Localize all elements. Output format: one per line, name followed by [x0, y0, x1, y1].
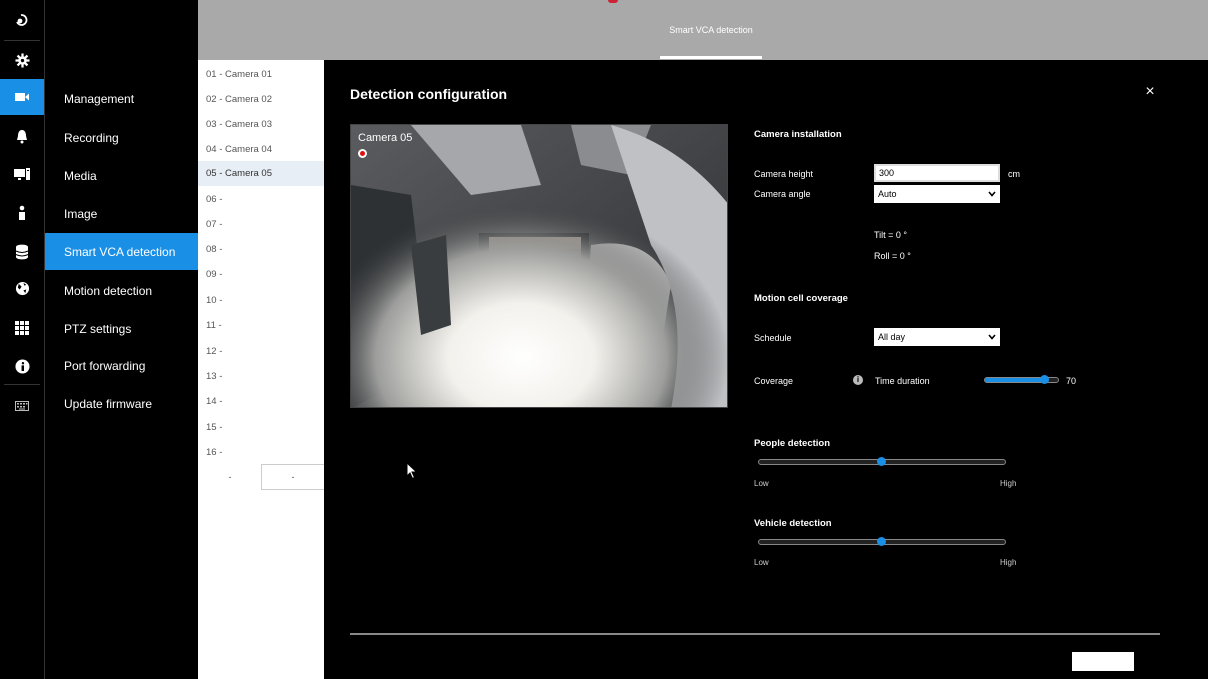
keyboard-icon[interactable]	[0, 388, 44, 424]
camera-list-item[interactable]: 10 -	[198, 288, 324, 313]
camera-list-item[interactable]: 01 - Camera 01	[198, 62, 324, 87]
time-duration-slider[interactable]	[984, 375, 1059, 384]
vehicle-high-label: High	[1000, 558, 1017, 567]
camera-list-item[interactable]: 06 -	[198, 187, 324, 212]
tilt-readout: Tilt = 0 °	[874, 230, 908, 240]
monitor-icon[interactable]	[0, 156, 44, 192]
vehicle-detection-header: Vehicle detection	[754, 518, 832, 529]
gear-icon[interactable]	[0, 42, 44, 78]
chevron-down-icon	[988, 334, 996, 340]
tab-smart-vca-detection[interactable]: Smart VCA detection	[660, 0, 762, 60]
camera-list-item[interactable]: 09 -	[198, 262, 324, 287]
top-red-indicator	[608, 0, 618, 3]
schedule-value: All day	[878, 332, 906, 342]
menu-item-motion-detection[interactable]: Motion detection	[45, 272, 198, 309]
menu-item-port-forwarding[interactable]: Port forwarding	[45, 347, 198, 384]
user-icon[interactable]	[0, 195, 44, 231]
people-detection-header: People detection	[754, 438, 831, 449]
time-duration-label: Time duration	[875, 376, 930, 386]
vehicle-low-label: Low	[754, 558, 769, 567]
people-low-label: Low	[754, 479, 769, 488]
vehicle-detection-slider[interactable]	[758, 537, 1006, 546]
camera-list-pager: - -	[198, 464, 324, 490]
camera-list-item[interactable]: 16 -	[198, 440, 324, 465]
slider-thumb[interactable]	[1040, 375, 1049, 384]
camera-list-item[interactable]: 13 -	[198, 364, 324, 389]
camera-list-item[interactable]: 08 -	[198, 237, 324, 262]
prev-page-button[interactable]: -	[218, 464, 242, 490]
camera-list-item[interactable]: 15 -	[198, 415, 324, 440]
video-camera-label: Camera 05	[358, 132, 413, 144]
grid-icon[interactable]	[0, 310, 44, 346]
icon-rail	[0, 0, 44, 679]
camera-height-unit: cm	[1008, 169, 1020, 179]
camera-list-item[interactable]: 12 -	[198, 339, 324, 364]
people-high-label: High	[1000, 479, 1017, 488]
camera-list-item[interactable]: 14 -	[198, 389, 324, 414]
menu-item-smart-vca-detection[interactable]: Smart VCA detection	[45, 233, 198, 270]
slider-thumb[interactable]	[877, 457, 886, 466]
camera-list-item[interactable]: 02 - Camera 02	[198, 87, 324, 112]
roll-readout: Roll = 0 °	[874, 251, 911, 261]
record-indicator-icon	[358, 149, 367, 158]
top-bar: Smart VCA detection	[198, 0, 1208, 60]
dialog-title: Detection configuration	[350, 86, 508, 102]
camera-video-preview: Camera 05	[350, 124, 728, 408]
menu-item-recording[interactable]: Recording	[45, 119, 198, 156]
camera-list-item-selected[interactable]: 05 - Camera 05	[198, 161, 324, 186]
camera-angle-label: Camera angle	[754, 189, 811, 199]
camera-icon[interactable]	[0, 79, 44, 115]
settings-menu: Management Recording Media Image Smart V…	[45, 0, 198, 679]
globe-icon[interactable]	[0, 270, 44, 306]
menu-item-update-firmware[interactable]: Update firmware	[45, 385, 198, 422]
camera-height-label: Camera height	[754, 169, 814, 179]
people-detection-slider[interactable]	[758, 457, 1006, 466]
camera-list-item[interactable]: 04 - Camera 04	[198, 137, 324, 162]
coverage-label: Coverage	[754, 376, 794, 386]
menu-item-management[interactable]: Management	[45, 80, 198, 117]
tab-active-underline	[660, 56, 762, 59]
bell-icon[interactable]	[0, 118, 44, 154]
menu-item-image[interactable]: Image	[45, 195, 198, 232]
camera-angle-select[interactable]: Auto	[874, 185, 1000, 203]
logo-icon[interactable]	[0, 2, 44, 38]
camera-height-input[interactable]: 300	[874, 164, 1000, 182]
close-icon[interactable]: ×	[1142, 84, 1158, 100]
video-frame-image	[351, 125, 727, 407]
camera-angle-value: Auto	[878, 189, 897, 199]
mouse-cursor-icon	[406, 462, 418, 480]
schedule-label: Schedule	[754, 333, 792, 343]
motion-cell-coverage-header: Motion cell coverage	[754, 293, 848, 304]
slider-fill	[985, 378, 1045, 382]
slider-thumb[interactable]	[877, 537, 886, 546]
time-duration-value: 70	[1066, 376, 1077, 386]
camera-list: 01 - Camera 01 02 - Camera 02 03 - Camer…	[198, 60, 324, 679]
menu-item-ptz-settings[interactable]: PTZ settings	[45, 310, 198, 347]
menu-item-media[interactable]: Media	[45, 157, 198, 194]
next-page-button[interactable]: -	[261, 464, 324, 490]
camera-list-item[interactable]: 11 -	[198, 313, 324, 338]
schedule-select[interactable]: All day	[874, 328, 1000, 346]
info-icon[interactable]	[0, 348, 44, 384]
database-icon[interactable]	[0, 234, 44, 270]
camera-list-item[interactable]: 03 - Camera 03	[198, 112, 324, 137]
coverage-info-icon[interactable]: i	[853, 375, 863, 385]
camera-list-item[interactable]: 07 -	[198, 212, 324, 237]
chevron-down-icon	[988, 191, 996, 197]
camera-installation-header: Camera installation	[754, 129, 842, 140]
save-button[interactable]	[1072, 652, 1134, 671]
dialog-footer-divider	[350, 633, 1160, 635]
detection-config-dialog: Detection configuration × Camera 05 Came…	[324, 60, 1208, 679]
